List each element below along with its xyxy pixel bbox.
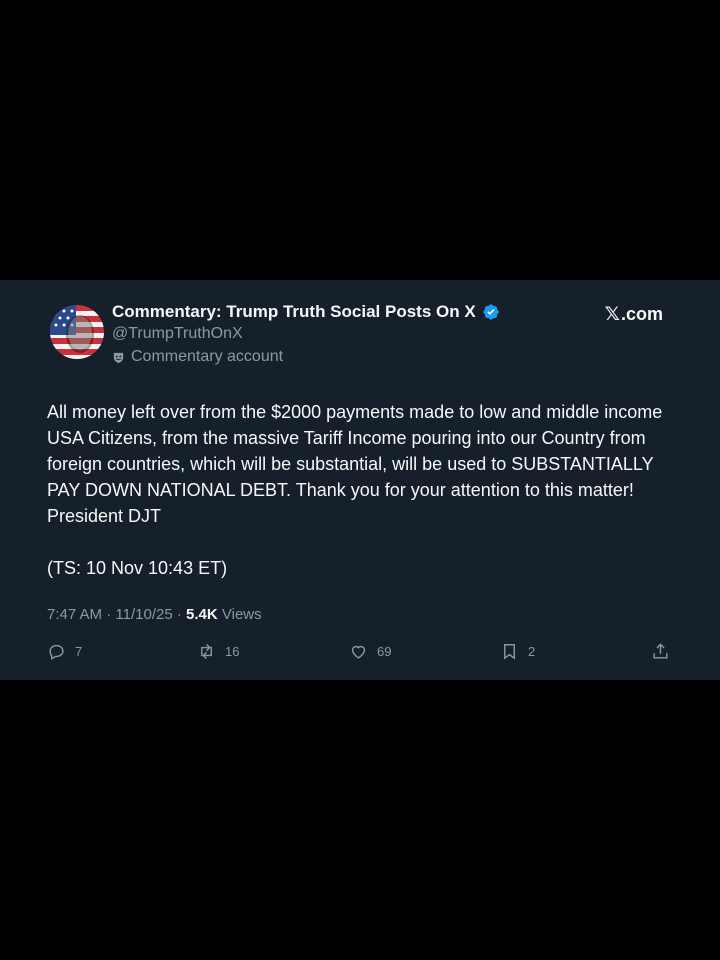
views-label: Views	[221, 606, 262, 623]
retweet-button[interactable]: 16	[197, 642, 239, 661]
commentary-label: Commentary account	[112, 348, 283, 366]
like-count: 69	[377, 644, 392, 659]
handle[interactable]: @TrumpTruthOnX	[112, 325, 243, 343]
bookmark-button[interactable]: 2	[500, 642, 535, 661]
share-button[interactable]	[651, 642, 670, 661]
action-bar: 7 16 69 2	[0, 642, 720, 664]
meta-separator: ·	[176, 606, 187, 623]
tweet-meta: 7:47 AM · 11/10/25 · 5.4K Views	[47, 606, 262, 623]
meta-separator: ·	[106, 606, 116, 623]
tweet-date[interactable]: 11/10/25	[115, 606, 172, 623]
avatar[interactable]	[50, 305, 104, 359]
bookmark-icon	[504, 644, 515, 660]
display-name[interactable]: Commentary: Trump Truth Social Posts On …	[112, 302, 476, 322]
tweet-body: All money left over from the $2000 payme…	[47, 402, 663, 578]
retweet-count: 16	[225, 644, 240, 659]
like-icon	[351, 645, 366, 659]
reply-button[interactable]: 7	[47, 642, 82, 661]
verified-badge-icon	[482, 303, 500, 321]
bookmark-count: 2	[528, 644, 536, 659]
like-button[interactable]: 69	[349, 642, 391, 661]
x-logo-icon: 𝕏	[604, 304, 620, 325]
site-logo[interactable]: 𝕏 .com	[605, 303, 663, 326]
tweet-time[interactable]: 7:47 AM	[47, 606, 102, 623]
share-icon	[653, 643, 668, 659]
retweet-icon	[201, 643, 212, 660]
commentary-text: Commentary account	[131, 348, 284, 365]
commentary-mask-icon	[112, 351, 125, 364]
site-suffix: .com	[620, 304, 663, 324]
views-count: 5.4K	[186, 606, 218, 623]
author-name-row: Commentary: Trump Truth Social Posts On …	[112, 302, 500, 322]
reply-count: 7	[75, 644, 83, 659]
reply-icon	[49, 644, 64, 661]
